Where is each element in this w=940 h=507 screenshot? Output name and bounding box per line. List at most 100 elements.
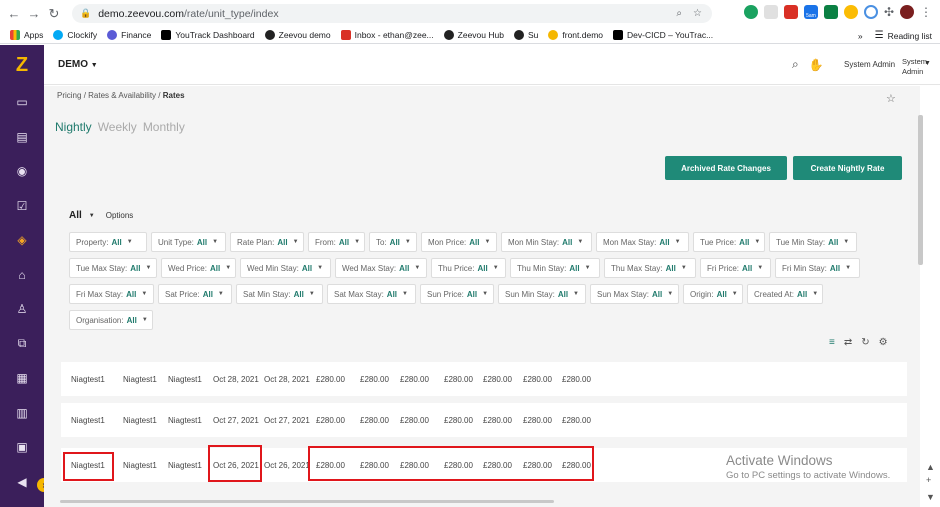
create-nightly-rate-button[interactable]: Create Nightly Rate	[793, 156, 902, 180]
loom-icon[interactable]	[863, 5, 878, 19]
filter-chip[interactable]: Wed Max Stay: All ▼	[335, 258, 427, 278]
filter-chip[interactable]: Origin: All ▼	[683, 284, 743, 304]
tab-nightly[interactable]: Nightly	[55, 120, 92, 134]
bookmark-item[interactable]: YouTrack Dashboard	[161, 30, 255, 40]
color-picker-icon[interactable]	[843, 5, 858, 19]
all-filter-dropdown[interactable]: All	[69, 210, 82, 221]
zoom-icon[interactable]: ⌕	[676, 8, 682, 19]
settings-gear-icon[interactable]: ⚙	[879, 337, 888, 348]
hand-icon[interactable]: ✋	[809, 58, 824, 72]
capture-icon[interactable]	[763, 5, 778, 19]
grammarly-icon[interactable]	[743, 5, 758, 19]
brand-dropdown[interactable]: DEMO ▼	[58, 59, 98, 70]
filter-chip[interactable]: Tue Min Stay: All ▼	[769, 232, 857, 252]
bookmark-item[interactable]: Dev-CICD – YouTrac...	[613, 30, 713, 40]
breadcrumb-rates-availability[interactable]: Rates & Availability	[88, 91, 156, 100]
favorite-star-icon[interactable]: ☆	[886, 92, 896, 105]
extensions-puzzle-icon[interactable]: ✣	[884, 5, 894, 19]
windows-activation-watermark: Activate Windows Go to PC settings to ac…	[726, 453, 890, 481]
caret-down-icon: ▼	[843, 239, 850, 245]
bookmark-star-icon[interactable]: ☆	[693, 8, 702, 19]
filter-chip[interactable]: Sat Max Stay: All ▼	[327, 284, 416, 304]
filter-chip[interactable]: Rate Plan: All ▼	[230, 232, 304, 252]
filter-chip[interactable]: Fri Min Stay: All ▼	[775, 258, 860, 278]
bookmark-item[interactable]: Su	[513, 30, 538, 40]
channels-icon[interactable]: ⧉	[0, 327, 44, 362]
home-icon[interactable]: ⌂	[0, 258, 44, 293]
gmail-icon[interactable]	[783, 5, 798, 19]
reading-list[interactable]: » ☰ Reading list	[858, 30, 932, 41]
rates-tag-icon[interactable]: ◈	[0, 223, 44, 258]
filter-chip[interactable]: Tue Price: All ▼	[693, 232, 765, 252]
caret-down-icon[interactable]: ▼	[924, 60, 931, 67]
sheets-icon[interactable]	[823, 5, 838, 19]
browser-menu-icon[interactable]: ⋮	[920, 5, 932, 19]
horizontal-scrollbar[interactable]	[60, 500, 554, 503]
filter-chip[interactable]: Unit Type: All ▼	[151, 232, 226, 252]
bookmark-item[interactable]: Zeevou demo	[264, 30, 331, 40]
profile-avatar[interactable]	[900, 5, 914, 19]
location-icon[interactable]: ◉	[0, 154, 44, 189]
tab-monthly[interactable]: Monthly	[143, 120, 185, 134]
documents-icon[interactable]: ▣	[0, 430, 44, 465]
bookmark-item[interactable]: Zeevou Hub	[443, 30, 504, 40]
calendar-icon[interactable]: 5am	[803, 5, 818, 19]
options-link[interactable]: Options	[106, 211, 134, 220]
tasks-icon[interactable]: ☑	[0, 189, 44, 224]
filter-chip[interactable]: Wed Min Stay: All ▼	[240, 258, 331, 278]
filter-header: All ▼ Options	[69, 210, 133, 221]
scroll-down-icon[interactable]: ▼	[926, 492, 935, 502]
bookmark-item[interactable]: Clockify	[53, 30, 97, 40]
tab-weekly[interactable]: Weekly	[98, 120, 137, 134]
address-bar[interactable]: 🔒 demo.zeevou.com /rate/unit_type/index …	[72, 4, 712, 23]
filter-chip[interactable]: Mon Min Stay: All ▼	[501, 232, 592, 252]
forward-icon[interactable]: →	[24, 4, 44, 24]
vertical-scrollbar[interactable]	[918, 115, 923, 265]
back-icon[interactable]: ←	[4, 4, 24, 24]
table-row[interactable]: Niagtest1 Niagtest1 Niagtest1 Oct 27, 20…	[61, 403, 907, 437]
chat-icon[interactable]: ▭	[0, 85, 44, 120]
bookmark-item[interactable]: Apps	[10, 30, 43, 40]
filter-chip[interactable]: Fri Max Stay: All ▼	[69, 284, 154, 304]
filter-chip[interactable]: Mon Price: All ▼	[421, 232, 497, 252]
reload-icon[interactable]: ↻	[44, 4, 64, 24]
bookmarks-overflow-icon[interactable]: »	[858, 31, 863, 41]
archived-rate-changes-button[interactable]: Archived Rate Changes	[665, 156, 787, 180]
user-name[interactable]: System Admin	[844, 60, 895, 69]
bookmark-item[interactable]: Inbox - ethan@zee...	[340, 30, 434, 40]
filter-chip[interactable]: Thu Min Stay: All ▼	[510, 258, 600, 278]
filter-chip[interactable]: Sun Min Stay: All ▼	[498, 284, 586, 304]
filter-chip[interactable]: To: All ▼	[369, 232, 417, 252]
search-icon[interactable]: ⌕	[792, 57, 799, 72]
filter-chip[interactable]: Sun Max Stay: All ▼	[590, 284, 679, 304]
unit-type-cell: Niagtest1	[123, 461, 157, 470]
invoices-icon[interactable]: ▦	[0, 361, 44, 396]
filter-chip[interactable]: Property: All ▼	[69, 232, 147, 252]
filter-chip[interactable]: Thu Max Stay: All ▼	[604, 258, 696, 278]
zeevou-logo[interactable]: Z	[0, 45, 44, 85]
filter-chip[interactable]: Tue Max Stay: All ▼	[69, 258, 157, 278]
filter-chip[interactable]: Mon Max Stay: All ▼	[596, 232, 689, 252]
filter-chip[interactable]: Thu Price: All ▼	[431, 258, 506, 278]
caret-down-icon[interactable]: ▼	[89, 213, 95, 219]
filter-icon[interactable]: ≡	[829, 337, 835, 348]
calendar-icon[interactable]: ▤	[0, 120, 44, 155]
filter-chip[interactable]: From: All ▼	[308, 232, 365, 252]
sync-icon[interactable]: ⇄	[844, 337, 852, 348]
refresh-icon[interactable]: ↻	[861, 337, 869, 348]
bookmark-item[interactable]: Finance	[107, 30, 151, 40]
filter-chip[interactable]: Sat Price: All ▼	[158, 284, 232, 304]
bookmark-item[interactable]: front.demo	[548, 30, 603, 40]
filter-chip[interactable]: Created At: All ▼	[747, 284, 823, 304]
scroll-up-icon[interactable]: ▲	[926, 462, 935, 472]
filter-chip[interactable]: Sun Price: All ▼	[420, 284, 494, 304]
filter-chip[interactable]: Sat Min Stay: All ▼	[236, 284, 323, 304]
filter-chip[interactable]: Fri Price: All ▼	[700, 258, 771, 278]
guests-icon[interactable]: ♙	[0, 292, 44, 327]
add-icon[interactable]: +	[926, 475, 931, 485]
filter-chip[interactable]: Organisation: All ▼	[69, 310, 153, 330]
table-row[interactable]: Niagtest1 Niagtest1 Niagtest1 Oct 28, 20…	[61, 362, 907, 396]
breadcrumb-pricing[interactable]: Pricing	[57, 91, 81, 100]
reports-icon[interactable]: ▥	[0, 396, 44, 431]
filter-chip[interactable]: Wed Price: All ▼	[161, 258, 236, 278]
